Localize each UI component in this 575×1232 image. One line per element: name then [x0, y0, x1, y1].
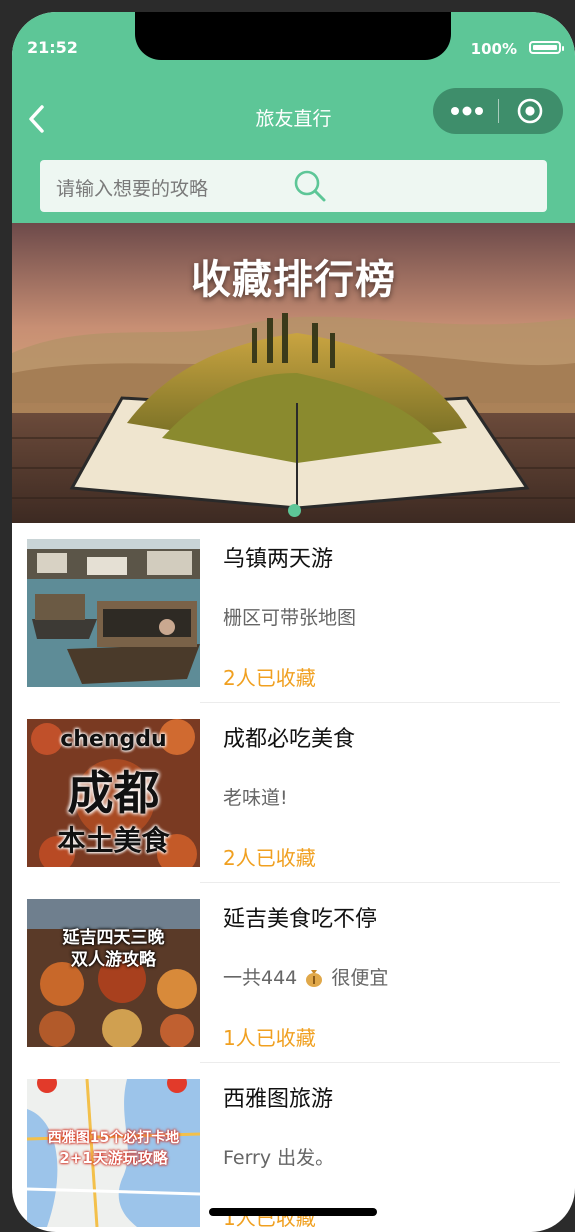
carousel-indicator-dot[interactable] — [288, 504, 301, 517]
saved-count: 1人已收藏 — [223, 1206, 316, 1230]
saved-count: 2人已收藏 — [223, 846, 316, 870]
boat-canal-thumbnail — [27, 539, 200, 687]
chengdu-food-thumbnail: chengdu 成都 本土美食 — [27, 719, 200, 867]
item-title: 延吉美食吃不停 — [223, 907, 378, 932]
money-bag-icon — [305, 967, 323, 987]
status-time: 21:52 — [27, 38, 78, 57]
battery-percent: 100% — [470, 40, 517, 58]
item-description: 老味道! — [223, 787, 288, 809]
yanji-food-thumbnail: 延吉四天三晚 双人游攻略 — [27, 899, 200, 1047]
saved-count: 2人已收藏 — [223, 666, 316, 690]
list-item[interactable]: chengdu 成都 本土美食 成都必吃美食 老味道! 2人已收藏 — [12, 703, 575, 883]
item-title: 乌镇两天游 — [223, 547, 334, 572]
thumb-caption-seattle: 西雅图15个必打卡地 — [47, 1130, 180, 1146]
desc-text-after: 很便宜 — [331, 967, 389, 989]
banner-title: 收藏排行榜 — [191, 257, 396, 303]
item-title: 西雅图旅游 — [223, 1087, 334, 1112]
list-item[interactable]: 乌镇两天游 栅区可带张地图 2人已收藏 — [12, 523, 575, 703]
search-box[interactable]: 请输入想要的攻略 — [40, 160, 547, 212]
thumb-caption-seattle-sub: 2+1天游玩攻略 — [59, 1149, 168, 1167]
battery-icon — [529, 41, 564, 54]
thumb-caption-chengdu: chengdu — [60, 727, 167, 752]
capsule-divider — [498, 99, 499, 123]
list-item[interactable]: 西雅图15个必打卡地 2+1天游玩攻略 西雅图旅游 Ferry 出发。 1人已收… — [12, 1063, 575, 1232]
home-indicator[interactable] — [209, 1208, 377, 1216]
notch — [135, 12, 451, 60]
seattle-map-thumbnail: 西雅图15个必打卡地 2+1天游玩攻略 — [27, 1079, 200, 1227]
desc-text: 一共444 — [223, 967, 298, 989]
list-item[interactable]: 延吉四天三晚 双人游攻略 延吉美食吃不停 一共444 很便宜 1人已收藏 — [12, 883, 575, 1063]
phone-screen: 21:52 100% 旅友直行 请输入想要的攻略 收藏排行榜 乌镇两天游 栅区可… — [12, 12, 575, 1232]
search-icon[interactable] — [292, 168, 328, 204]
more-dots-icon[interactable] — [449, 100, 489, 122]
thumb-caption-chengdu-cn: 成都 — [67, 766, 160, 820]
banner-carousel[interactable]: 收藏排行榜 — [12, 223, 575, 523]
item-title: 成都必吃美食 — [223, 727, 356, 752]
close-target-icon[interactable] — [516, 97, 544, 125]
thumb-caption-food: 本土美食 — [57, 824, 170, 857]
header: 21:52 100% 旅友直行 请输入想要的攻略 — [12, 12, 575, 223]
thumb-caption-yanji-sub: 双人游攻略 — [71, 950, 156, 970]
mini-program-capsule — [433, 88, 563, 134]
search-placeholder: 请输入想要的攻略 — [56, 178, 209, 200]
item-description: 一共444 很便宜 — [223, 963, 388, 990]
saved-count: 1人已收藏 — [223, 1026, 316, 1050]
item-description: 栅区可带张地图 — [223, 607, 357, 629]
item-description: Ferry 出发。 — [223, 1147, 335, 1169]
